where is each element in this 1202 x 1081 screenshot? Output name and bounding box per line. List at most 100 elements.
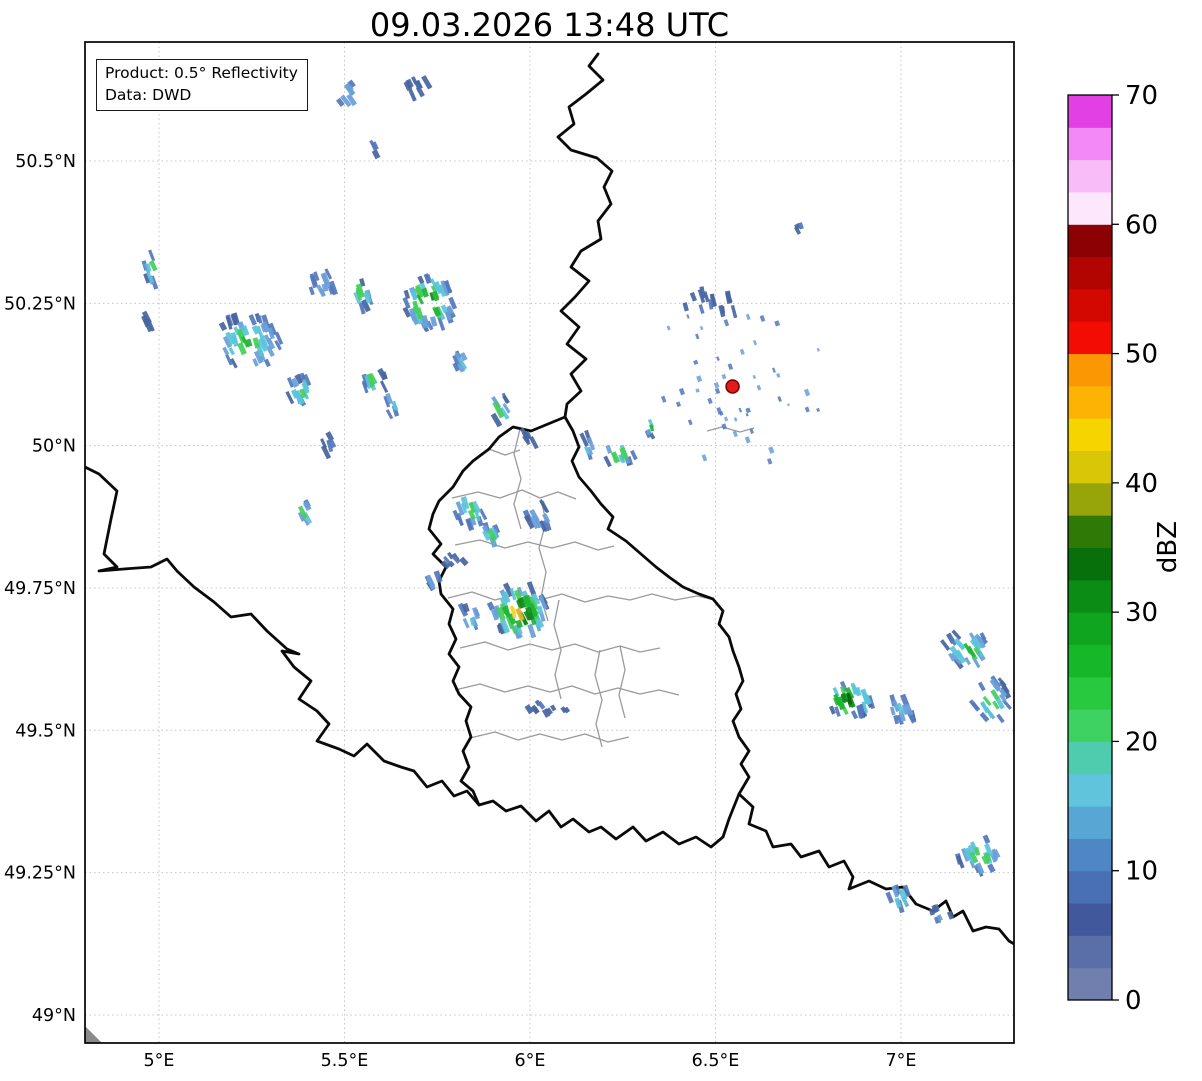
echo-cell — [885, 891, 894, 904]
clutter-cell — [749, 428, 755, 434]
clutter-cell — [744, 436, 751, 444]
colorbar-segment — [1068, 385, 1112, 419]
echo-cluster — [141, 249, 159, 290]
colorbar-segment — [1068, 741, 1112, 775]
colorbar-segment — [1068, 321, 1112, 355]
y-tick-label: 50°N — [32, 437, 76, 457]
echo-cell — [982, 834, 991, 844]
clutter-cell — [738, 407, 743, 413]
clutter-cell — [723, 319, 730, 327]
echo-cluster — [682, 286, 738, 319]
echo-cell — [854, 686, 862, 697]
clutter-cell — [678, 387, 686, 396]
colorbar-tick-label: 10 — [1125, 857, 1158, 887]
echo-cluster — [402, 273, 458, 333]
clutter-cell — [660, 395, 667, 403]
echo-cluster — [522, 499, 552, 533]
colorbar-segment — [1068, 288, 1112, 322]
echo-cell — [682, 302, 689, 312]
colorbar-tick-label: 30 — [1125, 598, 1158, 628]
echo-cell — [379, 380, 389, 393]
clutter-cell — [759, 314, 766, 322]
echo-cell — [603, 455, 612, 468]
graticule-gridlines — [85, 42, 1014, 1043]
clutter-cell — [716, 356, 720, 361]
colorbar-segment — [1068, 644, 1112, 678]
colorbar-segment — [1068, 547, 1112, 581]
echo-cluster — [541, 704, 571, 718]
echo-cluster — [603, 444, 638, 468]
y-tick-label: 49°N — [32, 1006, 76, 1026]
colorbar-tick-label: 40 — [1125, 469, 1158, 499]
clutter-cell — [752, 374, 757, 380]
echo-cell — [385, 409, 394, 420]
colorbar-tick-label: 0 — [1125, 986, 1142, 1016]
echo-cell — [424, 274, 433, 284]
clutter-cell — [777, 396, 782, 402]
clutter-cell — [696, 375, 703, 383]
echo-cluster — [452, 496, 488, 532]
y-tick-label: 49.75°N — [4, 579, 76, 599]
colorbar-title: dBZ — [1153, 521, 1183, 573]
echo-cell — [263, 358, 271, 368]
colorbar-segment — [1068, 191, 1112, 225]
clutter-cell — [687, 419, 693, 426]
clutter-cell — [723, 416, 729, 422]
echo-cell — [222, 346, 230, 356]
echo-cluster — [889, 693, 917, 726]
colorbar-segment — [1068, 870, 1112, 904]
x-tick-label: 5°E — [144, 1051, 175, 1071]
echo-cluster — [353, 278, 374, 315]
clutter-cell — [767, 458, 773, 465]
echo-cluster — [524, 699, 546, 715]
x-tick-label: 5.5°E — [321, 1051, 369, 1071]
clutter-cell — [768, 446, 775, 454]
map-corner-wedge — [85, 1026, 102, 1043]
echo-cluster — [403, 75, 433, 102]
echo-cluster — [320, 431, 337, 460]
echo-cell — [828, 705, 836, 715]
x-tick-label: 7°E — [886, 1051, 917, 1071]
colorbar-segment — [1068, 709, 1112, 742]
clutter-cell — [707, 397, 713, 405]
colorbar-segment — [1068, 579, 1112, 613]
clutter-cell — [713, 381, 720, 389]
clutter-cell — [752, 339, 758, 346]
clutter-cell — [804, 406, 810, 413]
clutter-cell — [774, 320, 781, 327]
product-line: Product: 0.5° Reflectivity — [105, 64, 298, 82]
colorbar-tick-label: 50 — [1125, 340, 1158, 370]
echo-cell — [371, 149, 381, 160]
colorbar-segment — [1068, 450, 1112, 484]
echo-cell — [977, 681, 986, 692]
border-belgium-germany-luxembourg-east — [556, 52, 1014, 946]
echo-cluster — [954, 834, 1001, 877]
echo-cell — [408, 88, 417, 102]
echo-cluster — [297, 499, 313, 526]
clutter-cell — [739, 348, 745, 356]
y-axis-labels: 50.5°N 50.25°N 50°N 49.75°N 49.5°N 49.25°N 49°… — [4, 152, 76, 1026]
clutter-cell — [721, 373, 727, 380]
clutter-cell — [745, 412, 749, 417]
colorbar-segment — [1068, 353, 1112, 387]
colorbar-segment — [1068, 159, 1112, 193]
colorbar: 0 10 20 30 40 50 60 70 — [1067, 81, 1158, 1016]
echo-cluster — [457, 602, 481, 631]
colorbar-segment — [1068, 256, 1112, 290]
colorbar-segment — [1068, 838, 1112, 872]
clutter-cell — [701, 454, 708, 462]
figure-title: 09.03.2026 13:48 UTC — [369, 6, 730, 44]
clutter-cell — [745, 407, 751, 414]
colorbar-segment — [1068, 612, 1112, 645]
y-tick-label: 49.5°N — [15, 721, 76, 741]
x-axis-labels: 5°E 5.5°E 6°E 6.5°E 7°E — [144, 1051, 917, 1071]
echo-cluster — [968, 675, 1012, 724]
clutter-cell — [756, 384, 762, 391]
echo-cell — [605, 444, 613, 454]
colorbar-segment — [1068, 482, 1112, 516]
echo-cell — [228, 346, 235, 356]
country-borders — [85, 52, 1014, 946]
clutter-cell — [772, 367, 776, 373]
clutter-cell — [787, 403, 790, 407]
colorbar-segment — [1068, 773, 1112, 807]
